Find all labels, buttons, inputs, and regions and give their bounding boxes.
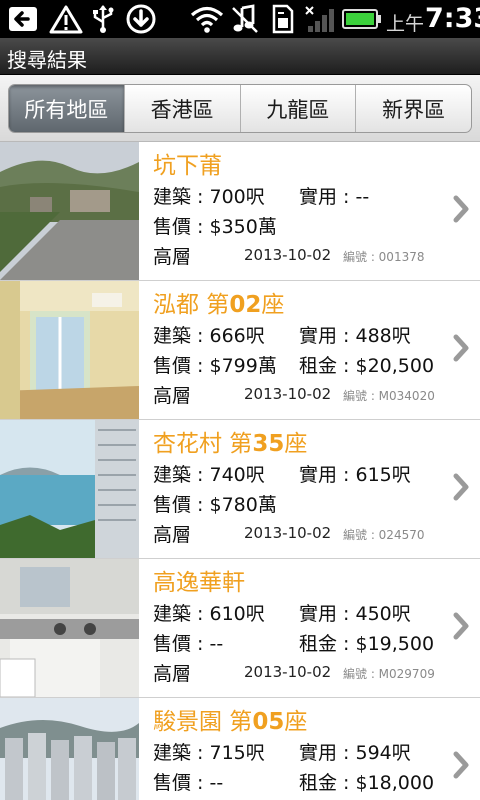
property-photo <box>0 281 139 419</box>
listing-row[interactable]: 泓都 第02座 建築 : 666呎 實用 : 488呎 售價 : $799萬 租… <box>0 281 480 420</box>
listing-list: 坑下莆 建築 : 700呎 實用 : -- 售價 : $350萬 高層 2013… <box>0 142 480 800</box>
floor-level: 高層 <box>153 385 192 407</box>
sale-price: 售價 : $780萬 <box>153 494 277 516</box>
block-prefix: 第 <box>222 431 253 457</box>
property-name: 泓都 第02座 <box>153 285 284 319</box>
listing-ref: 編號 : 001378 <box>343 250 425 264</box>
battery-icon <box>342 4 382 34</box>
warning-icon <box>48 4 84 34</box>
net-area: 實用 : -- <box>299 186 370 208</box>
sale-price: 售價 : $350萬 <box>153 216 277 238</box>
property-name-text: 駿景園 <box>153 709 222 735</box>
net-area: 實用 : 615呎 <box>299 464 411 486</box>
region-tabs: 所有地區 香港區 九龍區 新界區 <box>8 84 472 133</box>
back-arrow-icon <box>6 4 40 34</box>
chevron-right-icon <box>453 612 469 640</box>
property-name: 杏花村 第35座 <box>153 424 307 458</box>
gross-area: 建築 : 740呎 <box>153 464 265 486</box>
block-number: 02 <box>229 292 262 318</box>
download-icon <box>124 4 158 34</box>
tab-new-territories[interactable]: 新界區 <box>355 85 471 132</box>
block-prefix: 第 <box>199 292 230 318</box>
chevron-right-icon <box>453 334 469 362</box>
listing-row[interactable]: 高逸華軒 建築 : 610呎 實用 : 450呎 售價 : -- 租金 : $1… <box>0 559 480 698</box>
sale-price: 售價 : -- <box>153 633 224 655</box>
wifi-icon <box>190 4 224 34</box>
property-photo <box>0 559 139 697</box>
property-name: 坑下莆 <box>153 146 222 180</box>
property-photo <box>0 420 139 558</box>
property-name-text: 杏花村 <box>153 431 222 457</box>
property-name: 駿景園 第05座 <box>153 702 307 736</box>
rent-price: 租金 : $20,500 <box>299 355 435 377</box>
status-bar: 上午 7:33 <box>0 0 480 38</box>
title-bar: 搜尋結果 <box>0 38 480 75</box>
region-tab-bar: 所有地區 香港區 九龍區 新界區 <box>0 75 480 142</box>
listing-row[interactable]: 杏花村 第35座 建築 : 740呎 實用 : 615呎 售價 : $780萬 … <box>0 420 480 559</box>
sale-price: 售價 : $799萬 <box>153 355 277 377</box>
sale-price: 售價 : -- <box>153 772 224 794</box>
property-photo <box>0 698 139 800</box>
music-off-icon <box>230 4 260 34</box>
floor-level: 高層 <box>153 663 192 685</box>
listing-date: 2013-10-02 <box>244 524 332 542</box>
usb-icon <box>88 4 118 34</box>
net-area: 實用 : 594呎 <box>299 742 411 764</box>
floor-level: 高層 <box>153 524 192 546</box>
rent-price: 租金 : $19,500 <box>299 633 435 655</box>
net-area: 實用 : 450呎 <box>299 603 411 625</box>
listing-ref: 編號 : 024570 <box>343 528 425 542</box>
rent-price: 租金 : $18,000 <box>299 772 435 794</box>
block-number: 05 <box>252 709 285 735</box>
tab-kowloon[interactable]: 九龍區 <box>239 85 356 132</box>
listing-row[interactable]: 駿景園 第05座 建築 : 715呎 實用 : 594呎 售價 : -- 租金 … <box>0 698 480 800</box>
tab-all-districts[interactable]: 所有地區 <box>9 85 124 132</box>
gross-area: 建築 : 700呎 <box>153 186 265 208</box>
block-suffix: 座 <box>284 431 308 457</box>
listing-date: 2013-10-02 <box>244 246 332 264</box>
tab-hong-kong[interactable]: 香港區 <box>123 85 240 132</box>
net-area: 實用 : 488呎 <box>299 325 411 347</box>
listing-row[interactable]: 坑下莆 建築 : 700呎 實用 : -- 售價 : $350萬 高層 2013… <box>0 142 480 281</box>
block-suffix: 座 <box>284 709 308 735</box>
property-name-text: 泓都 <box>153 292 199 318</box>
listing-date: 2013-10-02 <box>244 663 332 681</box>
sim-card-icon <box>268 4 298 34</box>
listing-ref: 編號 : M034020 <box>343 389 435 403</box>
property-name-text: 高逸華軒 <box>153 570 245 596</box>
page-title: 搜尋結果 <box>7 48 87 72</box>
clock-ampm: 上午 <box>386 13 425 35</box>
gross-area: 建築 : 610呎 <box>153 603 265 625</box>
listing-ref: 編號 : M029709 <box>343 667 435 681</box>
gross-area: 建築 : 715呎 <box>153 742 265 764</box>
listing-date: 2013-10-02 <box>244 385 332 403</box>
block-number: 35 <box>252 431 285 457</box>
block-suffix: 座 <box>261 292 285 318</box>
property-name-text: 坑下莆 <box>153 153 222 179</box>
property-name: 高逸華軒 <box>153 563 245 597</box>
chevron-right-icon <box>453 195 469 223</box>
signal-icon <box>304 4 338 34</box>
chevron-right-icon <box>453 751 469 779</box>
gross-area: 建築 : 666呎 <box>153 325 265 347</box>
block-prefix: 第 <box>222 709 253 735</box>
floor-level: 高層 <box>153 246 192 268</box>
clock: 7:33 <box>425 3 480 34</box>
property-photo <box>0 142 139 280</box>
chevron-right-icon <box>453 473 469 501</box>
